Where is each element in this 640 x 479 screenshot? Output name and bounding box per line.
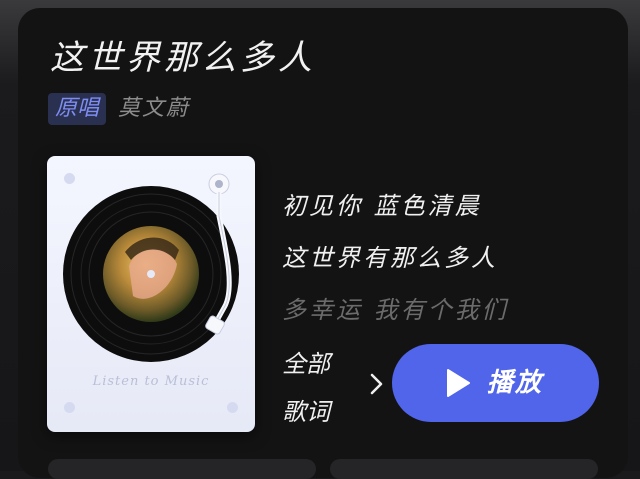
lyric-line-1: 初见你 蓝色清晨	[282, 192, 482, 220]
record-player[interactable]	[47, 156, 255, 432]
lyric-line-2: 这世界有那么多人	[282, 244, 498, 272]
chevron-right-icon[interactable]	[369, 373, 385, 395]
play-button[interactable]: 播放	[392, 344, 599, 422]
player-caption: Listen to Music	[92, 374, 210, 389]
original-singer-badge: 原唱	[48, 93, 106, 125]
vinyl-record-graphic	[63, 173, 239, 362]
all-lyrics-link[interactable]: 全部 歌词	[282, 340, 342, 436]
lyric-line-3: 多幸运 我有个我们	[282, 296, 509, 324]
bottom-card-right	[330, 459, 598, 479]
artist-name[interactable]: 莫文蔚	[118, 93, 190, 125]
song-title: 这世界那么多人	[50, 38, 316, 78]
play-icon	[447, 369, 470, 397]
play-button-label: 播放	[487, 368, 544, 398]
all-lyrics-label-line2: 歌词	[282, 398, 330, 426]
bottom-card-left	[48, 459, 316, 479]
all-lyrics-label-line1: 全部	[282, 350, 330, 378]
